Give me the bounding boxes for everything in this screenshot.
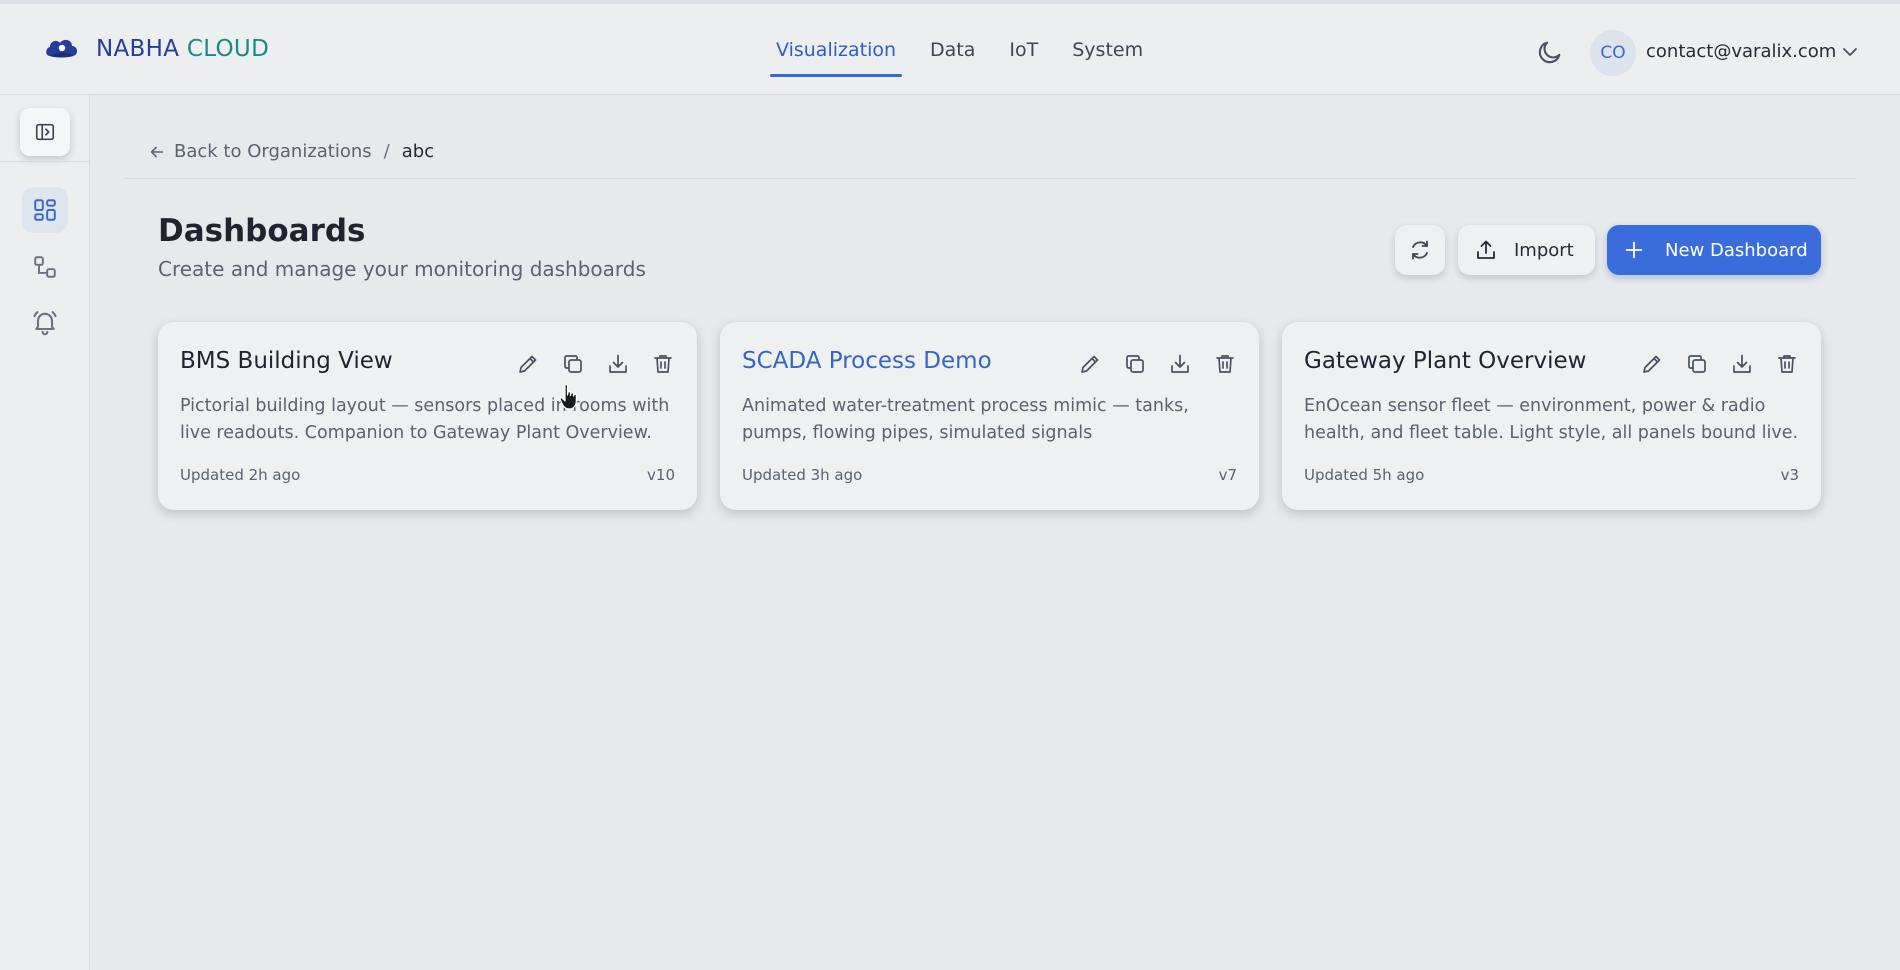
card-version: v10 xyxy=(647,466,675,484)
dashboard-card[interactable]: SCADA Process Demo Animated water-treatm… xyxy=(720,322,1259,510)
user-email[interactable]: contact@varalix.com xyxy=(1646,41,1836,62)
delete-button[interactable] xyxy=(1775,352,1799,376)
edit-button[interactable] xyxy=(516,352,540,376)
brand-name-part1: NABHA xyxy=(96,36,180,62)
brand[interactable]: NABHA CLOUD xyxy=(44,34,269,64)
nav-item-iot[interactable]: IoT xyxy=(1003,4,1044,95)
copy-icon xyxy=(564,355,582,373)
cloud-logo-icon xyxy=(46,39,78,58)
plus-icon xyxy=(1625,241,1643,259)
moon-icon xyxy=(1538,41,1561,64)
sidebar-divider xyxy=(0,161,90,162)
sidebar-item-workflows[interactable] xyxy=(22,244,68,290)
refresh-button[interactable] xyxy=(1395,225,1445,275)
upload-icon xyxy=(1477,240,1495,259)
card-title[interactable]: SCADA Process Demo xyxy=(742,348,992,374)
nav-item-data[interactable]: Data xyxy=(924,4,981,95)
card-description: Animated water-treatment process mimic —… xyxy=(742,396,1189,443)
export-button[interactable] xyxy=(606,352,630,376)
nav-item-system[interactable]: System xyxy=(1066,4,1149,95)
card-updated: Updated 5h ago xyxy=(1304,466,1425,484)
duplicate-button[interactable] xyxy=(561,352,585,376)
back-to-organizations-link[interactable]: Back to Organizations xyxy=(174,141,372,162)
brand-name-part2: CLOUD xyxy=(186,36,270,62)
pencil-icon xyxy=(519,355,537,373)
user-menu-button[interactable] xyxy=(1840,42,1860,62)
delete-button[interactable] xyxy=(1213,352,1237,376)
card-description: EnOcean sensor fleet — environment, powe… xyxy=(1304,396,1799,443)
panel-toggle-icon xyxy=(35,123,55,141)
card-version: v7 xyxy=(1218,466,1237,484)
export-button[interactable] xyxy=(1168,352,1192,376)
dashboard-card[interactable]: Gateway Plant Overview EnOcean sensor fl… xyxy=(1282,322,1821,510)
breadcrumb-current: abc xyxy=(401,141,435,162)
hand-cursor-icon xyxy=(559,383,577,410)
new-dashboard-button[interactable]: New Dashboard xyxy=(1607,225,1821,275)
workflow-icon xyxy=(34,256,56,278)
pencil-icon xyxy=(1081,355,1099,373)
download-icon xyxy=(1733,354,1751,373)
download-icon xyxy=(1171,354,1189,373)
page-title: Dashboards xyxy=(158,213,366,249)
card-updated: Updated 2h ago xyxy=(180,466,301,484)
card-actions xyxy=(1078,352,1237,376)
alarm-bell-icon xyxy=(33,311,57,336)
arrow-left-icon[interactable] xyxy=(148,143,166,161)
edit-button[interactable] xyxy=(1078,352,1102,376)
export-button[interactable] xyxy=(1730,352,1754,376)
import-button-label: Import xyxy=(1514,239,1574,261)
trash-icon xyxy=(1216,355,1234,373)
card-actions xyxy=(516,352,675,376)
duplicate-button[interactable] xyxy=(1685,352,1709,376)
copy-icon xyxy=(1126,355,1144,373)
avatar[interactable]: CO xyxy=(1590,30,1636,76)
dashboard-grid-icon xyxy=(34,199,56,221)
breadcrumb-separator: / xyxy=(383,141,390,162)
card-updated: Updated 3h ago xyxy=(742,466,863,484)
sidebar-toggle-button[interactable] xyxy=(20,108,70,156)
chevron-down-icon xyxy=(1843,48,1857,56)
trash-icon xyxy=(1778,355,1796,373)
sidebar-item-dashboards[interactable] xyxy=(22,187,68,233)
card-actions xyxy=(1640,352,1799,376)
import-button[interactable]: Import xyxy=(1458,225,1595,275)
card-description: Pictorial building layout — sensors plac… xyxy=(180,396,670,443)
copy-icon xyxy=(1688,355,1706,373)
top-header: NABHA CLOUD Visualization Data IoT Syste… xyxy=(0,0,1900,95)
nav-item-visualization[interactable]: Visualization xyxy=(770,4,903,95)
breadcrumb: Back to Organizations / abc xyxy=(148,141,434,162)
pencil-icon xyxy=(1643,355,1661,373)
new-dashboard-button-label: New Dashboard xyxy=(1665,239,1808,261)
sidebar xyxy=(0,95,90,970)
page-subtitle: Create and manage your monitoring dashbo… xyxy=(158,257,646,281)
duplicate-button[interactable] xyxy=(1123,352,1147,376)
dashboard-card[interactable]: BMS Building View Pictorial building lay… xyxy=(158,322,697,510)
content-divider xyxy=(124,178,1856,179)
card-title[interactable]: BMS Building View xyxy=(180,348,393,374)
trash-icon xyxy=(654,355,672,373)
refresh-icon xyxy=(1412,240,1428,260)
card-title[interactable]: Gateway Plant Overview xyxy=(1304,348,1586,374)
card-version: v3 xyxy=(1780,466,1799,484)
sidebar-item-alarms[interactable] xyxy=(22,299,68,345)
main-nav: Visualization Data IoT System xyxy=(770,4,1171,95)
delete-button[interactable] xyxy=(651,352,675,376)
theme-toggle-button[interactable] xyxy=(1536,38,1564,66)
edit-button[interactable] xyxy=(1640,352,1664,376)
download-icon xyxy=(609,354,627,373)
